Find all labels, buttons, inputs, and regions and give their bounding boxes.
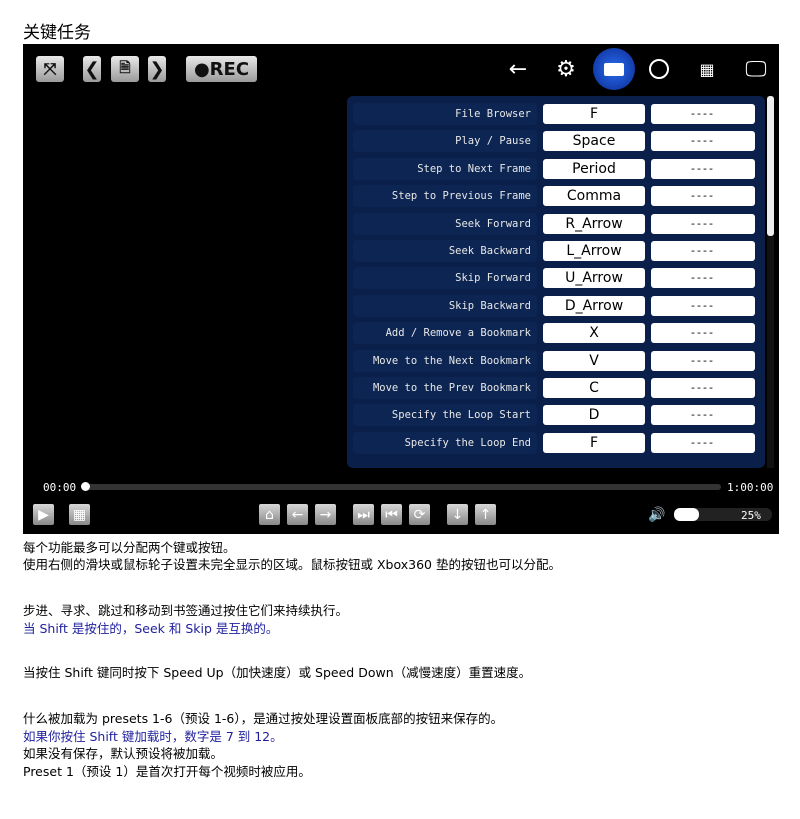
page-title: 关键任务 [23, 23, 91, 43]
skip-end-icon[interactable]: ⏭ [353, 504, 374, 525]
action-label: Move to the Prev Bookmark [353, 377, 537, 399]
binding-row: Step to Previous Frame Comma ---- [353, 184, 759, 208]
binding-row: Step to Next Frame Period ---- [353, 157, 759, 181]
volume-icon[interactable]: 🔊 [647, 504, 667, 525]
secondary-key-field[interactable]: ---- [651, 405, 755, 426]
action-label: Skip Forward [353, 267, 537, 290]
binding-row: Seek Backward L_Arrow ---- [353, 239, 759, 263]
secondary-key-field[interactable]: ---- [651, 104, 755, 124]
secondary-key-field[interactable]: ---- [651, 186, 755, 207]
action-label: Skip Backward [353, 294, 537, 317]
binding-row: Add / Remove a Bookmark X ---- [353, 321, 759, 345]
grid-icon[interactable]: ▦ [695, 56, 719, 82]
seek-knob[interactable] [81, 482, 90, 491]
secondary-key-field[interactable]: ---- [651, 213, 755, 234]
gear-icon[interactable]: ⚙ [551, 54, 581, 84]
file-icon[interactable]: 🗎 [111, 56, 139, 82]
next-file-button[interactable]: ❯ [148, 56, 166, 82]
action-label: File Browser [353, 103, 537, 125]
seek-bar[interactable] [81, 482, 721, 491]
primary-key-field[interactable]: Comma [543, 186, 645, 207]
key-bindings-panel: File Browser F ---- Play / Pause Space ---- St… [347, 96, 765, 468]
primary-key-field[interactable]: Space [543, 131, 645, 152]
binding-row: Skip Backward D_Arrow ---- [353, 294, 759, 318]
home-icon[interactable]: ⌂ [259, 504, 280, 525]
primary-key-field[interactable]: D_Arrow [543, 295, 645, 316]
secondary-key-field[interactable]: ---- [651, 131, 755, 152]
binding-row: Play / Pause Space ---- [353, 129, 759, 153]
binding-row: Specify the Loop End F ---- [353, 431, 759, 455]
binding-row: Skip Forward U_Arrow ---- [353, 266, 759, 290]
secondary-key-field[interactable]: ---- [651, 241, 755, 261]
loop-icon[interactable]: ⟳ [409, 504, 430, 525]
arrow-up-icon[interactable]: ↑ [475, 504, 496, 525]
back-arrow-icon[interactable]: ← [503, 54, 533, 84]
secondary-key-field[interactable]: ---- [651, 158, 755, 179]
play-icon[interactable]: ▶ [33, 504, 54, 525]
volume-label: 25% [741, 509, 761, 522]
primary-key-field[interactable]: C [543, 378, 645, 398]
secondary-key-field[interactable]: ---- [651, 350, 755, 371]
primary-key-field[interactable]: R_Arrow [543, 213, 645, 234]
monitor-icon[interactable]: 🖵 [741, 54, 771, 84]
rectangle-icon [604, 62, 624, 76]
action-label: Move to the Next Bookmark [353, 349, 537, 372]
binding-row: Seek Forward R_Arrow ---- [353, 212, 759, 236]
secondary-key-field[interactable]: ---- [651, 268, 755, 289]
primary-key-field[interactable]: F [543, 104, 645, 124]
action-label: Play / Pause [353, 130, 537, 153]
note-line: 如果没有保存，默认预设将被加载。 [23, 746, 224, 761]
skip-start-icon[interactable]: ⏮ [381, 504, 402, 525]
action-label: Add / Remove a Bookmark [353, 322, 537, 345]
note-line: 什么被加载为 presets 1-6（预设 1-6），是通过按处理设置面板底部的… [23, 711, 504, 726]
arrow-right-icon[interactable]: → [315, 504, 336, 525]
note-line: 当按住 Shift 键同时按下 Speed Up（加快速度）或 Speed Do… [23, 665, 532, 680]
primary-key-field[interactable]: F [543, 432, 645, 453]
circle-icon[interactable] [649, 59, 669, 79]
secondary-key-field[interactable]: ---- [651, 323, 755, 344]
arrow-down-icon[interactable]: ↓ [447, 504, 468, 525]
secondary-key-field[interactable]: ---- [651, 378, 755, 398]
primary-key-field[interactable]: V [543, 350, 645, 371]
scrollbar[interactable] [767, 96, 774, 468]
primary-key-field[interactable]: X [543, 323, 645, 344]
binding-row: Move to the Next Bookmark V ---- [353, 349, 759, 373]
action-label: Seek Backward [353, 240, 537, 262]
fullscreen-icon[interactable]: ⤧ [36, 56, 64, 82]
binding-row: Move to the Prev Bookmark C ---- [353, 376, 759, 400]
grid-icon[interactable]: ▦ [69, 504, 90, 525]
volume-fill [674, 508, 699, 521]
player-window: ⤧ ❮ 🗎 ❯ ●REC ← ⚙ ▦ 🖵 File Browser F ---- Pl… [23, 44, 779, 534]
note-line: Preset 1（预设 1）是首次打开每个视频时被应用。 [23, 764, 311, 779]
binding-row: Specify the Loop Start D ---- [353, 403, 759, 427]
keyboard-tab-button[interactable] [593, 48, 635, 90]
action-label: Step to Next Frame [353, 157, 537, 180]
action-label: Step to Previous Frame [353, 185, 537, 208]
note-line: 当 Shift 是按住的，Seek 和 Skip 是互换的。 [23, 621, 279, 636]
note-line: 使用右侧的滑块或鼠标轮子设置未完全显示的区域。鼠标按钮或 Xbox360 垫的按… [23, 557, 561, 572]
action-label: Seek Forward [353, 212, 537, 235]
arrow-left-icon[interactable]: ← [287, 504, 308, 525]
prev-file-button[interactable]: ❮ [83, 56, 101, 82]
primary-key-field[interactable]: D [543, 405, 645, 426]
primary-key-field[interactable]: L_Arrow [543, 241, 645, 261]
secondary-key-field[interactable]: ---- [651, 295, 755, 316]
primary-key-field[interactable]: U_Arrow [543, 268, 645, 289]
current-time: 00:00 [43, 481, 77, 494]
note-line: 步进、寻求、跳过和移动到书签通过按住它们来持续执行。 [23, 603, 349, 618]
record-button[interactable]: ●REC [186, 56, 257, 82]
primary-key-field[interactable]: Period [543, 158, 645, 179]
secondary-key-field[interactable]: ---- [651, 432, 755, 453]
action-label: Specify the Loop End [353, 431, 537, 454]
binding-row: File Browser F ---- [353, 102, 759, 126]
duration: 1:00:00 [727, 481, 774, 494]
scrollbar-thumb[interactable] [767, 96, 774, 236]
action-label: Specify the Loop Start [353, 404, 537, 427]
